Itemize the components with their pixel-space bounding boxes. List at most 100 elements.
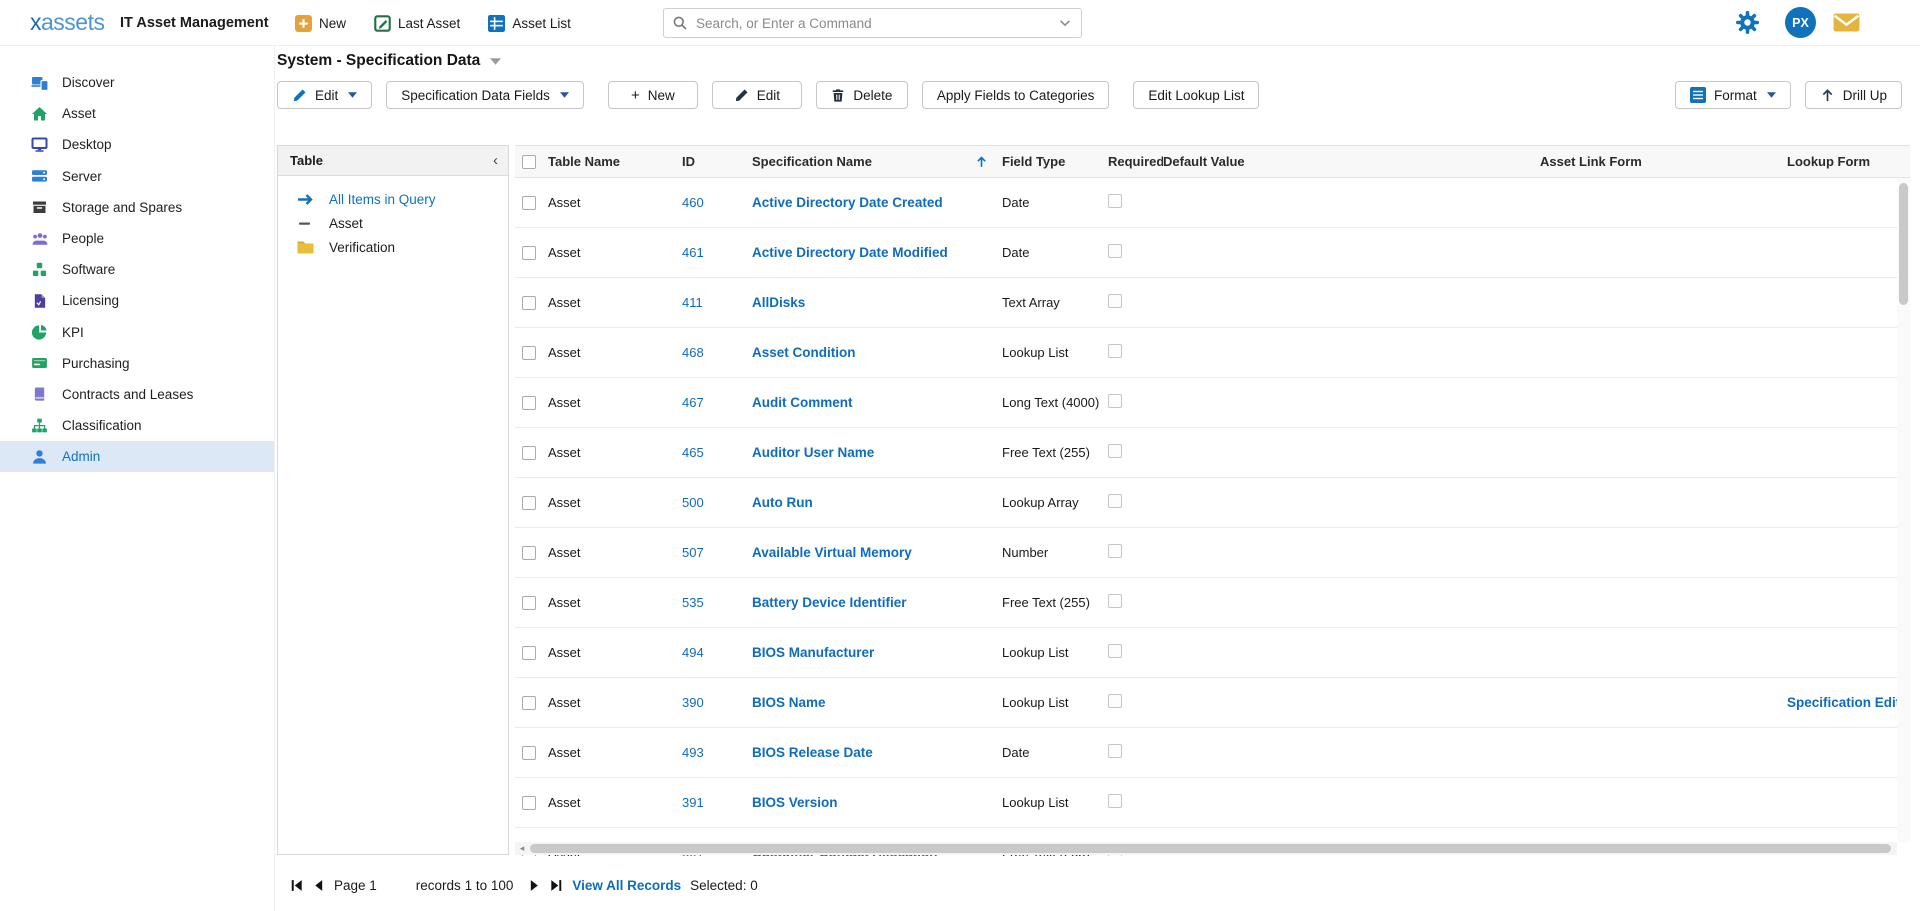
row-checkbox[interactable]	[522, 246, 536, 260]
drill-up-button[interactable]: Drill Up	[1805, 81, 1902, 109]
search-dropdown-icon[interactable]	[1058, 16, 1072, 30]
settings-gear-icon[interactable]	[1735, 10, 1760, 35]
apply-fields-button[interactable]: Apply Fields to Categories	[922, 81, 1110, 109]
cell-spec-name-link[interactable]: Active Directory Date Created	[752, 195, 943, 210]
required-checkbox[interactable]	[1108, 694, 1122, 708]
cell-spec-name-link[interactable]: BIOS Manufacturer	[752, 645, 874, 660]
required-checkbox[interactable]	[1108, 794, 1122, 808]
table-row[interactable]: Asset 391 BIOS Version Lookup List	[515, 778, 1910, 828]
row-checkbox[interactable]	[522, 596, 536, 610]
cell-spec-name-link[interactable]: BIOS Name	[752, 695, 826, 710]
format-button[interactable]: Format	[1675, 81, 1791, 109]
row-checkbox[interactable]	[522, 296, 536, 310]
cell-spec-name-link[interactable]: Auto Run	[752, 495, 813, 510]
scroll-left-arrow-icon[interactable]: ◂	[515, 843, 529, 854]
sidebar-item[interactable]: Asset	[0, 98, 274, 129]
view-all-records-link[interactable]: View All Records	[572, 878, 681, 893]
row-checkbox[interactable]	[522, 796, 536, 810]
first-page-icon[interactable]	[290, 879, 303, 892]
required-checkbox[interactable]	[1108, 344, 1122, 358]
cell-id-link[interactable]: 467	[682, 395, 704, 410]
last-page-icon[interactable]	[550, 879, 563, 892]
table-row[interactable]: Asset 494 BIOS Manufacturer Lookup List	[515, 628, 1910, 678]
horizontal-scrollbar-thumb[interactable]	[530, 844, 1891, 853]
cell-id-link[interactable]: 507	[682, 545, 704, 560]
sidebar-item[interactable]: People	[0, 223, 274, 254]
required-checkbox[interactable]	[1108, 744, 1122, 758]
row-checkbox[interactable]	[522, 446, 536, 460]
sidebar-item[interactable]: Classification	[0, 410, 274, 441]
cell-id-link[interactable]: 391	[682, 795, 704, 810]
edit-menu-button[interactable]: Edit	[277, 81, 372, 109]
table-row[interactable]: Asset 465 Auditor User Name Free Text (2…	[515, 428, 1910, 478]
sidebar-item[interactable]: Desktop	[0, 129, 274, 160]
cell-id-link[interactable]: 460	[682, 195, 704, 210]
required-checkbox[interactable]	[1108, 544, 1122, 558]
table-row[interactable]: Asset 507 Available Virtual Memory Numbe…	[515, 528, 1910, 578]
tree-item[interactable]: Verification	[278, 235, 508, 259]
next-page-icon[interactable]	[528, 879, 541, 892]
top-nav-item[interactable]: New	[295, 15, 346, 32]
cell-spec-name-link[interactable]: AllDisks	[752, 295, 805, 310]
row-checkbox[interactable]	[522, 496, 536, 510]
required-checkbox[interactable]	[1108, 244, 1122, 258]
sidebar-item[interactable]: Purchasing	[0, 348, 274, 379]
cell-id-link[interactable]: 493	[682, 745, 704, 760]
spec-data-fields-dropdown[interactable]: Specification Data Fields	[386, 81, 584, 109]
col-header-asset-link-form[interactable]: Asset Link Form	[1540, 154, 1787, 169]
user-avatar[interactable]: PX	[1785, 7, 1816, 38]
sidebar-item[interactable]: Discover	[0, 67, 274, 98]
tree-item[interactable]: All Items in Query	[278, 187, 508, 211]
required-checkbox[interactable]	[1108, 444, 1122, 458]
required-checkbox[interactable]	[1108, 494, 1122, 508]
table-row[interactable]: Asset 493 BIOS Release Date Date	[515, 728, 1910, 778]
col-header-spec-name[interactable]: Specification Name	[752, 154, 1002, 169]
col-header-default-value[interactable]: Default Value	[1163, 154, 1540, 169]
required-checkbox[interactable]	[1108, 594, 1122, 608]
table-row[interactable]: Asset 411 AllDisks Text Array	[515, 278, 1910, 328]
sidebar-item[interactable]: Contracts and Leases	[0, 379, 274, 410]
new-button[interactable]: +New	[608, 81, 698, 109]
cell-id-link[interactable]: 494	[682, 645, 704, 660]
table-row[interactable]: Asset 461 Active Directory Date Modified…	[515, 228, 1910, 278]
row-checkbox[interactable]	[522, 746, 536, 760]
collapse-panel-icon[interactable]: ‹	[493, 153, 498, 168]
col-header-table-name[interactable]: Table Name	[548, 154, 682, 169]
edit-button[interactable]: Edit	[712, 81, 802, 109]
tree-item[interactable]: Asset	[278, 211, 508, 235]
select-all-checkbox[interactable]	[522, 155, 536, 169]
row-checkbox[interactable]	[522, 196, 536, 210]
row-checkbox[interactable]	[522, 696, 536, 710]
cell-id-link[interactable]: 535	[682, 595, 704, 610]
cell-spec-name-link[interactable]: Audit Comment	[752, 395, 853, 410]
sidebar-item[interactable]: Licensing	[0, 285, 274, 316]
sidebar-item[interactable]: Storage and Spares	[0, 192, 274, 223]
mail-icon[interactable]	[1833, 10, 1860, 35]
edit-lookup-list-button[interactable]: Edit Lookup List	[1133, 81, 1259, 109]
top-nav-item[interactable]: Last Asset	[374, 15, 460, 32]
col-header-id[interactable]: ID	[682, 154, 752, 169]
row-checkbox[interactable]	[522, 396, 536, 410]
col-header-lookup-form[interactable]: Lookup Form	[1787, 154, 1910, 169]
row-checkbox[interactable]	[522, 546, 536, 560]
delete-button[interactable]: Delete	[816, 81, 908, 109]
cell-id-link[interactable]: 465	[682, 445, 704, 460]
cell-lookup-form-link[interactable]: Specification Editor -	[1787, 695, 1910, 710]
top-nav-item[interactable]: Asset List	[488, 15, 571, 32]
previous-page-icon[interactable]	[312, 879, 325, 892]
table-row[interactable]: Asset 535 Battery Device Identifier Free…	[515, 578, 1910, 628]
table-row[interactable]: Asset 468 Asset Condition Lookup List	[515, 328, 1910, 378]
sidebar-item[interactable]: KPI	[0, 317, 274, 348]
cell-spec-name-link[interactable]: BIOS Version	[752, 795, 838, 810]
row-checkbox[interactable]	[522, 646, 536, 660]
cell-spec-name-link[interactable]: Auditor User Name	[752, 445, 874, 460]
page-title-caret-icon[interactable]	[490, 58, 501, 65]
col-header-required[interactable]: Required	[1108, 154, 1163, 169]
cell-id-link[interactable]: 500	[682, 495, 704, 510]
row-checkbox[interactable]	[522, 346, 536, 360]
vertical-scrollbar-thumb[interactable]	[1899, 183, 1908, 305]
search-input[interactable]	[663, 8, 1082, 38]
cell-spec-name-link[interactable]: BIOS Release Date	[752, 745, 873, 760]
required-checkbox[interactable]	[1108, 294, 1122, 308]
cell-spec-name-link[interactable]: Asset Condition	[752, 345, 856, 360]
